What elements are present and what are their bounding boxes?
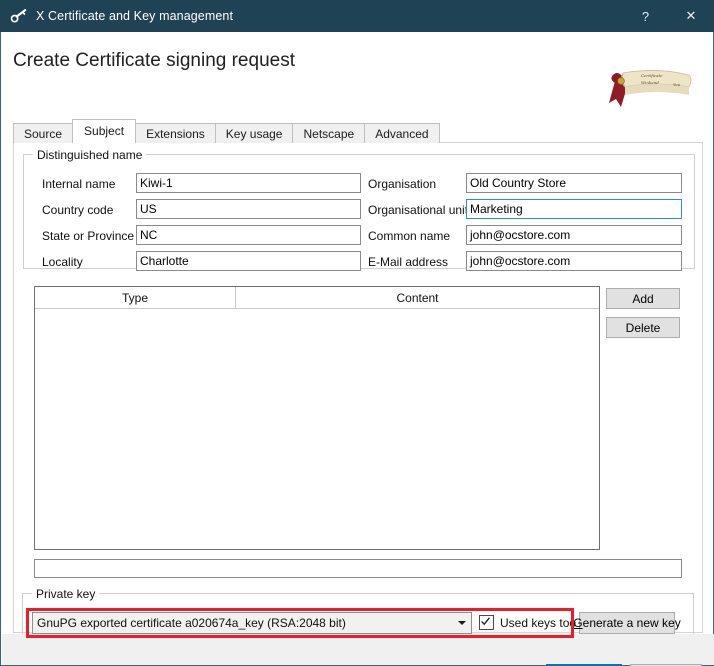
svg-text:You: You [673,82,681,87]
distinguished-name-legend: Distinguished name [33,148,147,162]
close-button[interactable]: ✕ [668,0,714,32]
attributes-table[interactable]: Type Content [34,286,600,550]
label-country-code: Country code [42,203,114,217]
tab-key-usage[interactable]: Key usage [214,123,294,143]
title-bar: X Certificate and Key management ? ✕ [0,0,714,32]
column-header-type[interactable]: Type [35,287,236,309]
add-button[interactable]: Add [606,288,680,309]
used-keys-too-checkbox-row[interactable]: Used keys too [479,615,576,630]
tab-netscape[interactable]: Netscape [292,123,366,143]
window-body: Create Certificate signing request Certi… [0,32,714,666]
delete-button[interactable]: Delete [606,317,680,338]
application-window: X Certificate and Key management ? ✕ Cre… [0,0,714,666]
private-key-combobox[interactable]: GnuPG exported certificate a020674a_key … [32,612,472,634]
input-locality[interactable]: Charlotte [136,251,361,271]
label-internal-name: Internal name [42,177,116,191]
generate-key-mnemonic: G [573,616,583,630]
input-internal-name[interactable]: Kiwi-1 [136,173,361,193]
input-country-code[interactable]: US [136,199,361,219]
svg-text:Winkend: Winkend [641,80,659,85]
label-state-or-province: State or Province [42,229,135,243]
private-key-combobox-value: GnuPG exported certificate a020674a_key … [37,616,346,630]
window-title: X Certificate and Key management [36,9,234,23]
input-email-address[interactable]: john@ocstore.com [466,251,682,271]
tab-strip: Source Subject Extensions Key usage Nets… [13,119,440,143]
column-header-content[interactable]: Content [236,287,599,309]
help-button[interactable]: ? [623,0,668,32]
dialog-button-bar [2,634,714,665]
generate-new-key-button[interactable]: Generate a new key [573,612,681,634]
tab-subject[interactable]: Subject [72,119,137,143]
table-header-row: Type Content [35,287,599,309]
attribute-value-input[interactable] [34,559,682,578]
used-keys-too-checkbox[interactable] [479,615,494,630]
private-key-legend: Private key [32,587,100,601]
label-organisational-unit: Organisational unit [368,203,469,217]
tab-advanced[interactable]: Advanced [364,123,440,143]
svg-text:Certificate: Certificate [641,73,663,78]
label-email-address: E-Mail address [368,255,449,269]
label-common-name: Common name [368,229,451,243]
tab-source[interactable]: Source [13,123,74,143]
generate-key-label-rest: enerate a new key [582,616,681,630]
label-organisation: Organisation [368,177,437,191]
table-body[interactable] [35,309,599,549]
input-organisational-unit[interactable]: Marketing [466,199,682,219]
chevron-down-icon[interactable] [453,619,471,627]
tab-extensions[interactable]: Extensions [135,123,216,143]
input-state-or-province[interactable]: NC [136,225,361,245]
used-keys-too-label: Used keys too [500,615,577,630]
input-common-name[interactable]: john@ocstore.com [466,225,682,245]
label-locality: Locality [42,255,83,269]
page-title: Create Certificate signing request [13,50,295,71]
input-organisation[interactable]: Old Country Store [466,173,682,193]
certificate-scroll-icon: Certificate Winkend You [597,65,701,115]
distinguished-name-group: Distinguished name Internal name Country… [23,148,695,271]
key-icon [10,7,28,25]
